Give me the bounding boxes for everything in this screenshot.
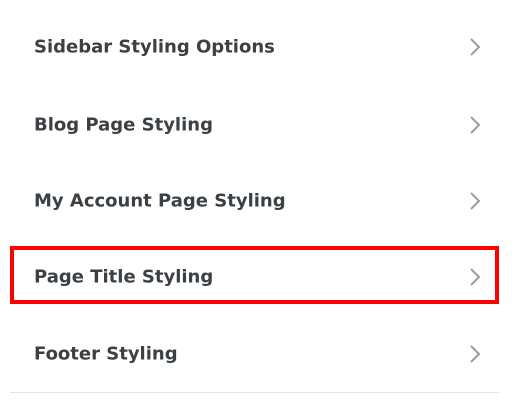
chevron-right-icon (470, 191, 481, 210)
styling-options-menu: Sidebar Styling Options Blog Page Stylin… (0, 0, 512, 402)
menu-item-label: Blog Page Styling (34, 114, 213, 135)
menu-item-my-account-page-styling[interactable]: My Account Page Styling (10, 162, 500, 239)
menu-item-blog-page-styling[interactable]: Blog Page Styling (10, 86, 500, 163)
menu-item-page-title-styling[interactable]: Page Title Styling (10, 238, 500, 315)
chevron-right-icon (470, 344, 481, 363)
menu-item-label: Page Title Styling (34, 266, 214, 287)
menu-item-label: Footer Styling (34, 343, 178, 364)
menu-item-label: Sidebar Styling Options (34, 36, 275, 57)
chevron-right-icon (470, 37, 481, 56)
chevron-right-icon (470, 267, 481, 286)
chevron-right-icon (470, 115, 481, 134)
menu-item-sidebar-styling-options[interactable]: Sidebar Styling Options (10, 8, 500, 85)
menu-item-label: My Account Page Styling (34, 190, 286, 211)
divider (10, 392, 500, 393)
menu-item-footer-styling[interactable]: Footer Styling (10, 315, 500, 392)
